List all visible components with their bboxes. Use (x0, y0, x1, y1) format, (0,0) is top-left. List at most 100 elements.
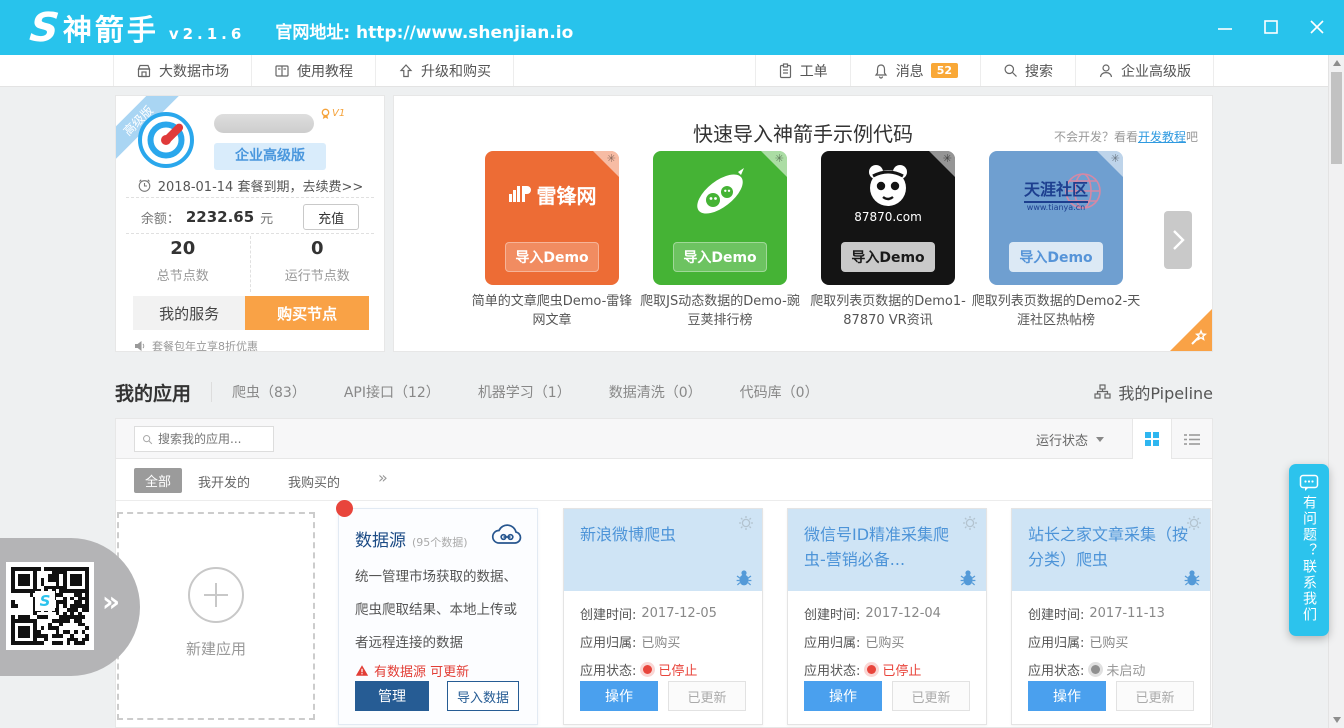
scrollbar[interactable] (1328, 55, 1344, 728)
gear-icon[interactable] (962, 515, 978, 531)
demo-card-leifeng[interactable]: ✳ 雷锋网 导入Demo (485, 151, 619, 285)
bell-icon (873, 63, 889, 79)
cloud-link-icon (490, 522, 524, 548)
bug-icon (1184, 569, 1200, 586)
maximize-button[interactable] (1260, 16, 1282, 38)
demo-card-tianya[interactable]: ✳ 天涯社区 www.tianya.cn 导入Demo (989, 151, 1123, 285)
nav-item-upgrade[interactable]: 升级和购买 (376, 55, 514, 86)
app-card-title[interactable]: 新浪微博爬虫 (580, 522, 742, 547)
operate-button[interactable]: 操作 (1028, 681, 1106, 711)
updated-button[interactable]: 已更新 (1116, 681, 1194, 711)
balance-value: 2232.65 (186, 208, 254, 226)
avatar[interactable] (138, 112, 194, 168)
grid-icon (1145, 432, 1159, 446)
created-date: 2017-12-04 (865, 606, 941, 621)
demo-caption: 爬取JS动态数据的Demo-豌豆荚排行榜 (634, 292, 806, 330)
tab-ml[interactable]: 机器学习（1） (478, 382, 571, 402)
nav-item-ticket[interactable]: 工单 (755, 55, 851, 86)
import-demo-button[interactable]: 导入Demo (505, 242, 599, 272)
demo-caption: 爬取列表页数据的Demo1-87870 VR资讯 (802, 292, 974, 330)
app-card[interactable]: 站长之家文章采集（按分类）爬虫 创建时间:2017-11-13 应用归属:已购买… (1011, 508, 1211, 725)
tab-codelib[interactable]: 代码库（0） (740, 382, 819, 402)
operate-button[interactable]: 操作 (804, 681, 882, 711)
tab-crawlers[interactable]: 爬虫（83） (232, 382, 306, 402)
balance-row: 余额： 2232.65 元 充值 (116, 204, 384, 230)
bug-icon (960, 569, 976, 586)
app-card-title[interactable]: 站长之家文章采集（按分类）爬虫 (1028, 522, 1190, 572)
filter-purchased[interactable]: 我购买的 (288, 472, 340, 491)
apps-title: 我的应用 (115, 379, 191, 406)
run-status-dropdown[interactable]: 运行状态 (1036, 419, 1104, 459)
minimize-button[interactable] (1214, 16, 1236, 38)
plan-expiry-link[interactable]: 2018-01-14 套餐到期，去续费>> (116, 176, 384, 195)
buy-nodes-button[interactable]: 购买节点 (245, 296, 369, 330)
stat-total-nodes: 20 总节点数 (116, 236, 250, 292)
nav-item-tutorial[interactable]: 使用教程 (252, 55, 376, 86)
app-card-title[interactable]: 微信号ID精准采集爬虫-营销必备... (804, 522, 966, 572)
dev-tutorial-link[interactable]: 开发教程 (1138, 130, 1186, 144)
nav-item-market[interactable]: 大数据市场 (113, 55, 252, 86)
list-view-toggle[interactable] (1172, 419, 1212, 459)
nav-item-search[interactable]: 搜索 (981, 55, 1076, 86)
datasource-count: (95个数据) (412, 534, 468, 550)
app-version: v2.1.6 (169, 25, 246, 43)
chevron-down-icon (1096, 437, 1104, 442)
scroll-up-arrow[interactable] (1333, 60, 1341, 66)
created-date: 2017-12-05 (641, 606, 717, 621)
qr-expand-chevron[interactable]: » (102, 585, 120, 618)
wandoujia-logo (653, 151, 787, 237)
filter-more-chevron[interactable]: » (378, 468, 388, 487)
divider (126, 233, 374, 234)
import-demo-button[interactable]: 导入Demo (673, 242, 767, 272)
qr-logo-icon: S (35, 591, 55, 611)
search-box[interactable] (134, 426, 274, 452)
new-app-card[interactable]: 新建应用 (117, 512, 315, 720)
search-icon (1003, 63, 1018, 78)
operate-button[interactable]: 操作 (580, 681, 658, 711)
close-button[interactable] (1306, 16, 1328, 38)
filter-all[interactable]: 全部 (134, 468, 182, 493)
speaker-icon (134, 340, 147, 352)
app-card[interactable]: 微信号ID精准采集爬虫-营销必备... 创建时间:2017-12-04 应用归属… (787, 508, 987, 725)
app-card[interactable]: 新浪微博爬虫 创建时间:2017-12-05 应用归属:已购买 应用状态:已停止… (563, 508, 763, 725)
tab-api[interactable]: API接口（12） (344, 382, 440, 402)
import-data-button[interactable]: 导入数据 (447, 681, 519, 711)
scroll-down-arrow[interactable] (1333, 717, 1341, 723)
grid-view-toggle[interactable] (1132, 419, 1172, 459)
message-count-badge: 52 (931, 63, 958, 78)
carousel-next-button[interactable] (1164, 211, 1192, 269)
gear-icon[interactable] (1186, 515, 1202, 531)
status-dot (1091, 665, 1100, 674)
my-pipeline-link[interactable]: 我的Pipeline (1094, 380, 1213, 404)
filter-developed[interactable]: 我开发的 (198, 472, 250, 491)
apps-toolbar: 运行状态 (116, 419, 1212, 459)
manage-button[interactable]: 管理 (355, 681, 429, 711)
nav-item-account[interactable]: 企业高级版 (1076, 55, 1214, 86)
site-url: 官网地址: http://www.shenjian.io (275, 18, 573, 43)
recharge-button[interactable]: 充值 (303, 204, 359, 230)
scrollbar-thumb[interactable] (1331, 72, 1342, 164)
import-demo-button[interactable]: 导入Demo (1009, 242, 1103, 272)
updated-button[interactable]: 已更新 (892, 681, 970, 711)
status-value: 已停止 (882, 660, 921, 679)
vip-medal-icon: V1 (320, 108, 345, 121)
title-bar: S 神箭手 v2.1.6 官网地址: http://www.shenjian.i… (0, 0, 1344, 55)
qr-flyout: S » (0, 538, 140, 676)
import-demo-button[interactable]: 导入Demo (841, 242, 935, 272)
my-services-button[interactable]: 我的服务 (133, 296, 245, 330)
filter-row: 全部 我开发的 我购买的 » (116, 459, 1212, 501)
app-window: S 神箭手 v2.1.6 官网地址: http://www.shenjian.i… (0, 0, 1344, 728)
datasource-card[interactable]: 数据源 (95个数据) 统一管理市场获取的数据、爬虫爬取结果、本地上传或者远程连… (338, 508, 538, 725)
demo-card-wandoujia[interactable]: ✳ 导入Demo (653, 151, 787, 285)
nav-item-message[interactable]: 消息 52 (851, 55, 981, 86)
notification-dot (336, 500, 353, 517)
list-icon (1184, 433, 1200, 446)
tab-cleaning[interactable]: 数据清洗（0） (609, 382, 702, 402)
search-input[interactable] (158, 432, 266, 446)
gear-icon[interactable] (738, 515, 754, 531)
contact-us-tab[interactable]: 有问题？联系我们 (1289, 464, 1329, 636)
demo-card-87870[interactable]: ✳ 87870.com 导入Demo (821, 151, 955, 285)
updated-button[interactable]: 已更新 (668, 681, 746, 711)
status-dot (643, 665, 652, 674)
magic-wand-icon (1188, 328, 1208, 348)
